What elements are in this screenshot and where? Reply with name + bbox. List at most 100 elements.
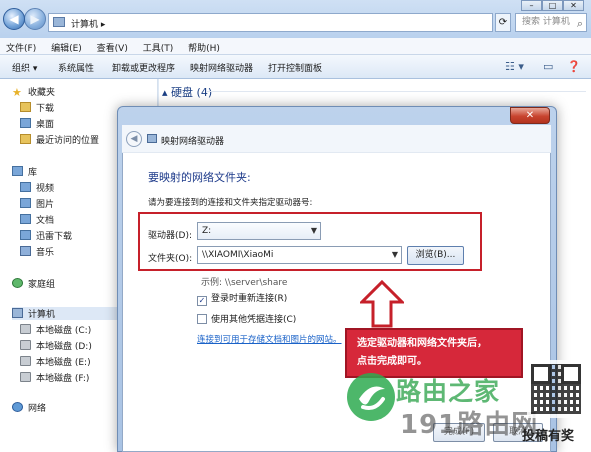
nav-homegroup[interactable]: 家庭组: [12, 277, 55, 290]
nav-music[interactable]: 音乐: [20, 245, 54, 258]
minimize-button[interactable]: –: [521, 0, 542, 11]
view-options-icon[interactable]: ☷ ▾: [505, 60, 524, 73]
search-icon: ⌕: [576, 17, 583, 30]
help-icon[interactable]: ❓: [567, 60, 581, 73]
star-icon: ★: [12, 86, 22, 99]
folder-combobox[interactable]: \\XIAOMI\XiaoMi ▼: [197, 246, 402, 264]
reconnect-checkbox[interactable]: ✓ 登录时重新连接(R): [197, 291, 287, 306]
nav-pictures[interactable]: 图片: [20, 197, 54, 210]
recent-places-icon: [20, 134, 31, 144]
nav-downloads[interactable]: 下载: [20, 101, 54, 114]
nav-network[interactable]: 网络: [12, 401, 46, 414]
maximize-button[interactable]: □: [542, 0, 563, 11]
nav-network-label: 网络: [28, 404, 47, 414]
example-text: 示例: \\server\share: [201, 278, 288, 288]
window-controls: – □ ✕: [521, 0, 591, 12]
back-button[interactable]: ◀: [3, 8, 25, 30]
nav-music-label: 音乐: [36, 248, 55, 258]
drive-select-value: Z:: [202, 226, 212, 236]
chevron-down-icon[interactable]: ▼: [392, 250, 398, 259]
drive-icon: [20, 372, 31, 382]
music-icon: [20, 246, 31, 256]
forward-button[interactable]: ▶: [24, 8, 46, 30]
reconnect-label: 登录时重新连接(R): [211, 294, 288, 304]
organize-button[interactable]: 组织 ▾: [12, 61, 37, 74]
nav-documents-label: 文档: [36, 216, 55, 226]
refresh-icon[interactable]: ⟳: [495, 13, 511, 32]
nav-drive-d[interactable]: 本地磁盘 (D:): [20, 339, 92, 352]
nav-videos[interactable]: 视频: [20, 181, 54, 194]
dialog-close-button[interactable]: ✕: [510, 107, 550, 124]
nav-thunder-downloads[interactable]: 迅雷下载: [20, 229, 72, 242]
qr-code-icon: [527, 360, 585, 418]
drive-icon: [20, 324, 31, 334]
callout-line-1: 选定驱动器和网络文件夹后，: [357, 338, 487, 349]
network-drive-icon: [147, 134, 157, 143]
nav-libraries[interactable]: 库: [12, 165, 37, 178]
address-bar[interactable]: 计算机 ▸: [48, 13, 493, 32]
dialog-heading: 要映射的网络文件夹:: [148, 171, 251, 184]
video-icon: [20, 182, 31, 192]
drive-icon: [20, 340, 31, 350]
breadcrumb-computer[interactable]: 计算机: [71, 20, 98, 30]
dialog-instruction: 请为要连接到的连接和文件夹指定驱动器号:: [148, 198, 313, 208]
breadcrumb[interactable]: 计算机 ▸: [71, 17, 105, 30]
nav-drive-c[interactable]: 本地磁盘 (C:): [20, 323, 91, 336]
nav-computer-label: 计算机: [28, 310, 56, 320]
watermark-text-1: 路由之家: [396, 377, 501, 406]
nav-desktop[interactable]: 桌面: [20, 117, 54, 130]
menu-help[interactable]: 帮助(H): [182, 38, 226, 54]
dialog-back-button[interactable]: ◀: [126, 131, 142, 147]
hard-disks-group-header[interactable]: ▴ 硬盘 (4): [162, 84, 212, 100]
search-input[interactable]: 搜索 计算机 ⌕: [515, 13, 587, 32]
nav-libraries-label: 库: [28, 168, 38, 178]
menu-tools[interactable]: 工具(T): [137, 38, 180, 54]
annotation-arrow-icon: [360, 280, 404, 328]
picture-icon: [20, 198, 31, 208]
menu-bar: 文件(F) 编辑(E) 查看(V) 工具(T) 帮助(H): [0, 38, 591, 55]
preview-pane-icon[interactable]: ▭: [543, 60, 553, 73]
nav-recent-label: 最近访问的位置: [36, 136, 100, 146]
nav-favorites[interactable]: ★ 收藏夹: [12, 85, 55, 99]
nav-documents[interactable]: 文档: [20, 213, 54, 226]
checkbox-checked-icon[interactable]: ✓: [197, 296, 207, 306]
watermark-site: 投稿有奖: [522, 429, 575, 444]
menu-file[interactable]: 文件(F): [0, 38, 42, 54]
nav-favorites-label: 收藏夹: [28, 88, 56, 98]
desktop-icon: [20, 118, 31, 128]
nav-drive-e-label: 本地磁盘 (E:): [36, 358, 91, 368]
nav-videos-label: 视频: [36, 184, 55, 194]
nav-downloads-label: 下载: [36, 104, 55, 114]
search-placeholder: 搜索 计算机: [522, 17, 570, 27]
hard-disks-label: 硬盘 (4): [171, 86, 213, 99]
computer-icon: [12, 308, 23, 318]
drive-label: 驱动器(D):: [148, 231, 192, 241]
open-control-panel-button[interactable]: 打开控制面板: [268, 61, 322, 74]
folder-icon: [20, 102, 31, 112]
chevron-down-icon: ▼: [310, 226, 317, 235]
other-credentials-checkbox[interactable]: 使用其他凭据连接(C): [197, 312, 296, 325]
browse-button[interactable]: 浏览(B)...: [407, 246, 464, 265]
homegroup-icon: [12, 278, 23, 288]
nav-drive-e[interactable]: 本地磁盘 (E:): [20, 355, 91, 368]
menu-view[interactable]: 查看(V): [91, 38, 134, 54]
checkbox-empty-icon[interactable]: [197, 314, 207, 324]
menu-edit[interactable]: 编辑(E): [45, 38, 88, 54]
computer-icon: [53, 17, 65, 27]
folder-label: 文件夹(O):: [148, 254, 193, 264]
uninstall-program-button[interactable]: 卸载或更改程序: [112, 61, 175, 74]
library-icon: [12, 166, 23, 176]
watermark-text-2: 191路由网: [400, 410, 539, 440]
nav-homegroup-label: 家庭组: [28, 280, 56, 290]
nav-recent[interactable]: 最近访问的位置: [20, 133, 99, 146]
connect-website-link[interactable]: 连接到可用于存储文档和图片的网站。: [197, 333, 342, 345]
nav-desktop-label: 桌面: [36, 120, 55, 130]
nav-thunder-label: 迅雷下载: [36, 232, 73, 242]
drive-select[interactable]: Z: ▼: [197, 222, 321, 240]
close-window-button[interactable]: ✕: [563, 0, 584, 11]
system-properties-button[interactable]: 系统属性: [58, 61, 94, 74]
folder-input-value: \\XIAOMI\XiaoMi: [202, 250, 274, 260]
nav-drive-d-label: 本地磁盘 (D:): [36, 342, 92, 352]
map-network-drive-button[interactable]: 映射网络驱动器: [190, 61, 253, 74]
nav-drive-f[interactable]: 本地磁盘 (F:): [20, 371, 89, 384]
